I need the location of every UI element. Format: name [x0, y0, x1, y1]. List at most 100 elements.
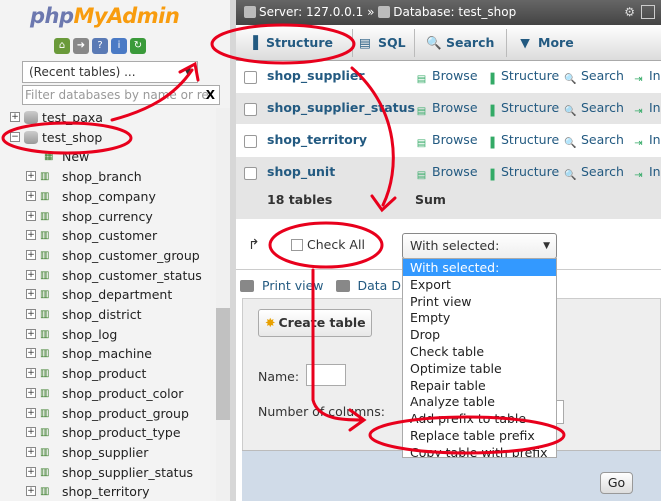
expand-icon[interactable]: +	[26, 309, 36, 319]
structure-link[interactable]: ▐ Structure	[484, 132, 560, 150]
browse-link[interactable]: ▤ Browse	[415, 164, 478, 182]
menu-option[interactable]: Copy table with prefix	[403, 444, 556, 457]
go-button[interactable]: Go	[600, 472, 633, 494]
exit-icon[interactable]: ➜	[73, 38, 89, 54]
clear-filter-icon[interactable]: X	[206, 86, 215, 104]
menu-option[interactable]: Add prefix to table	[403, 410, 556, 427]
browse-link[interactable]: ▤ Browse	[415, 132, 478, 150]
menu-option[interactable]: Export	[403, 276, 556, 293]
table-name-link[interactable]: shop_territory	[267, 132, 367, 147]
expand-icon[interactable]: +	[10, 112, 20, 122]
menu-option[interactable]: Drop	[403, 326, 556, 343]
insert-link[interactable]: ⇥ In	[632, 68, 660, 86]
expand-icon[interactable]: +	[26, 328, 36, 339]
search-link[interactable]: 🔍 Search	[564, 132, 624, 150]
expand-icon[interactable]: +	[26, 348, 36, 359]
expand-icon[interactable]: +	[26, 427, 36, 438]
structure-link[interactable]: ▐ Structure	[484, 100, 560, 118]
check-all-checkbox[interactable]	[291, 239, 303, 251]
expand-icon[interactable]: +	[26, 407, 36, 418]
print-view-link[interactable]: Print view	[262, 278, 324, 293]
recent-tables-select[interactable]: (Recent tables) ... ▼	[22, 61, 198, 83]
breadcrumb-separator: »	[367, 5, 375, 19]
tab-more[interactable]: ▼ More	[518, 25, 573, 61]
menu-option[interactable]: Optimize table	[403, 360, 556, 377]
structure-link[interactable]: ▐ Structure	[484, 68, 560, 86]
expand-icon[interactable]: +	[26, 368, 36, 379]
browse-link[interactable]: ▤ Browse	[415, 100, 478, 118]
structure-link[interactable]: ▐ Structure	[484, 164, 560, 182]
expand-icon[interactable]: +	[26, 387, 36, 398]
insert-link[interactable]: ⇥ In	[632, 132, 660, 150]
browse-icon: ▤	[416, 106, 427, 117]
row-checkbox[interactable]	[244, 103, 257, 116]
database-filter-input[interactable]: Filter databases by name or re X	[22, 85, 220, 105]
table-row: shop_territory ▤ Browse ▐ Structure 🔍 Search ⇥ I…	[236, 125, 661, 157]
search-label: Search	[581, 100, 624, 115]
menu-option[interactable]: Repair table	[403, 377, 556, 394]
sidebar-scrollbar-thumb[interactable]	[216, 308, 230, 420]
expand-icon[interactable]: −	[10, 131, 20, 142]
check-all-toggle[interactable]: Check All	[291, 237, 365, 252]
expand-icon[interactable]: +	[26, 289, 36, 300]
search-icon: 🔍	[564, 74, 577, 85]
search-link[interactable]: 🔍 Search	[564, 100, 624, 118]
query-icon[interactable]: ?	[92, 38, 108, 54]
tree-item-label: shop_supplier_status	[62, 464, 194, 480]
phpmyadmin-logo[interactable]: phpMyAdmin	[30, 4, 180, 28]
with-selected-menu: With selected: Export Print view Empty Drop C…	[402, 258, 557, 458]
expand-icon[interactable]: +	[26, 486, 36, 497]
menu-option[interactable]: Check table	[403, 343, 556, 360]
expand-icon[interactable]: +	[26, 171, 36, 182]
breadcrumb-database[interactable]: Database: test_shop	[393, 5, 516, 19]
create-table-button[interactable]: ✸ Create table	[258, 309, 372, 337]
menu-option[interactable]: Print view	[403, 293, 556, 310]
table-icon: ▥	[40, 190, 50, 202]
browse-link[interactable]: ▤ Browse	[415, 68, 478, 86]
row-checkbox[interactable]	[244, 167, 257, 180]
expand-icon[interactable]: +	[26, 190, 36, 201]
menu-option[interactable]: Analyze table	[403, 393, 556, 410]
reload-icon[interactable]: ↻	[130, 38, 146, 54]
tree-item-label: shop_product_group	[62, 405, 189, 421]
table-name-input[interactable]	[306, 364, 346, 386]
menu-option[interactable]: Empty	[403, 309, 556, 326]
collapse-icon[interactable]	[641, 5, 655, 19]
expand-icon[interactable]: +	[26, 446, 36, 457]
breadcrumb-server[interactable]: Server: 127.0.0.1	[259, 5, 363, 19]
tab-search[interactable]: 🔍 Search	[426, 25, 494, 61]
structure-icon: ▐	[486, 170, 495, 181]
expand-icon[interactable]: +	[26, 210, 36, 221]
sidebar-scrollbar[interactable]	[216, 108, 230, 501]
table-name-link[interactable]: shop_supplier_status	[267, 100, 415, 115]
table-name-link[interactable]: shop_unit	[267, 164, 335, 179]
tab-structure[interactable]: ▐ Structure	[246, 25, 333, 61]
insert-link[interactable]: ⇥ In	[632, 164, 660, 182]
menu-option[interactable]: Replace table prefix	[403, 427, 556, 444]
structure-icon: ▐	[486, 74, 495, 85]
expand-icon[interactable]: +	[26, 466, 36, 477]
new-table-icon: ▦	[44, 151, 54, 163]
menu-option[interactable]: With selected:	[403, 259, 556, 276]
name-label: Name:	[258, 369, 300, 384]
summary-row: 18 tables Sum	[236, 183, 661, 219]
home-icon[interactable]: ⌂	[54, 38, 70, 54]
with-selected-select[interactable]: With selected: ▼	[402, 233, 557, 259]
row-checkbox[interactable]	[244, 71, 257, 84]
expand-icon[interactable]: +	[26, 269, 36, 280]
tab-sql[interactable]: ▤ SQL	[358, 25, 406, 61]
expand-icon[interactable]: +	[26, 230, 36, 241]
structure-icon: ▐	[248, 35, 258, 50]
table-name-link[interactable]: shop_supplier	[267, 68, 365, 83]
expand-icon[interactable]: +	[26, 249, 36, 260]
search-icon: 🔍	[426, 35, 442, 50]
tab-divider	[352, 29, 353, 57]
search-link[interactable]: 🔍 Search	[564, 68, 624, 86]
table-icon: ▥	[40, 249, 50, 261]
docs-icon[interactable]: i	[111, 38, 127, 54]
row-checkbox[interactable]	[244, 135, 257, 148]
table-icon: ▥	[40, 230, 50, 242]
search-link[interactable]: 🔍 Search	[564, 164, 624, 182]
insert-link[interactable]: ⇥ In	[632, 100, 660, 118]
gear-icon[interactable]: ⚙	[624, 0, 635, 25]
